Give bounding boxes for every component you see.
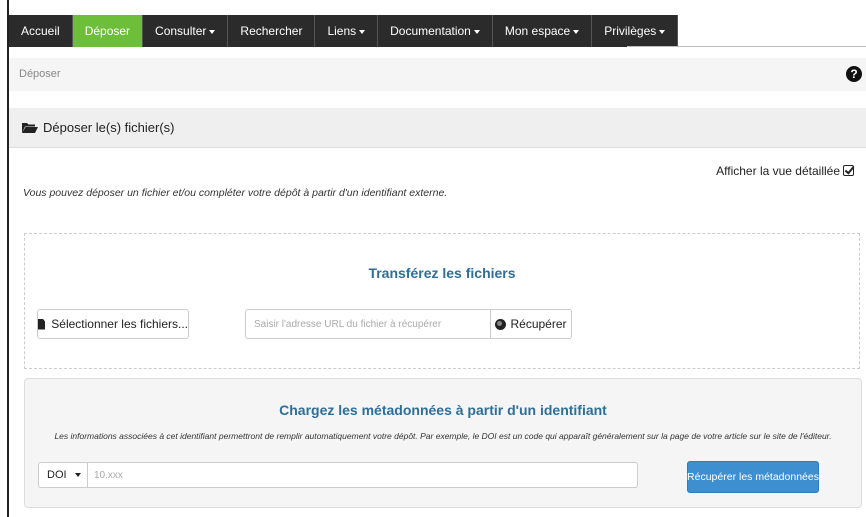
breadcrumb: Déposer <box>19 68 61 80</box>
nav-label: Déposer <box>84 24 131 38</box>
nav-label: Privilèges <box>604 24 657 38</box>
breadcrumb-bar: Déposer ? <box>9 58 866 91</box>
nav-divider <box>627 46 866 47</box>
question-circle-icon[interactable]: ? <box>846 66 862 82</box>
identifier-type-value: DOI <box>47 469 67 481</box>
file-icon <box>38 318 46 330</box>
caret-down-icon <box>74 473 81 477</box>
detailed-view-label: Afficher la vue détaillée <box>716 164 840 178</box>
caret-down-icon <box>473 29 480 34</box>
nav-rechercher[interactable]: Rechercher <box>228 15 316 47</box>
nav-label: Mon espace <box>504 24 571 38</box>
nav-label: Liens <box>327 24 357 38</box>
folder-open-icon <box>22 123 38 133</box>
select-files-button[interactable]: Sélectionner les fichiers... <box>37 309 189 339</box>
main-nav: Accueil Déposer Consulter Rechercher Lie… <box>9 15 679 47</box>
select-files-label: Sélectionner les fichiers... <box>51 317 188 331</box>
nav-mon-espace[interactable]: Mon espace <box>492 15 593 47</box>
nav-liens[interactable]: Liens <box>315 15 379 47</box>
nav-label: Documentation <box>390 24 471 38</box>
metadata-panel: Chargez les métadonnées à partir d'un id… <box>24 378 862 508</box>
nav-accueil[interactable]: Accueil <box>9 15 73 47</box>
file-url-input[interactable] <box>245 309 490 339</box>
fetch-url-label: Récupérer <box>510 317 567 331</box>
intro-text: Vous pouvez déposer un fichier et/ou com… <box>23 187 448 199</box>
metadata-title: Chargez les métadonnées à partir d'un id… <box>279 402 607 418</box>
detailed-view-toggle[interactable]: Afficher la vue détaillée <box>716 164 854 178</box>
metadata-description: Les informations associées à cet identif… <box>54 431 832 441</box>
upload-title: Transférez les fichiers <box>368 265 516 281</box>
identifier-input[interactable] <box>88 462 638 488</box>
identifier-type-select[interactable]: DOI <box>38 462 88 488</box>
caret-down-icon <box>359 29 366 34</box>
panel-title: Déposer le(s) fichier(s) <box>43 120 175 135</box>
caret-down-icon <box>659 29 666 34</box>
nav-deposer[interactable]: Déposer <box>72 15 144 47</box>
nav-documentation[interactable]: Documentation <box>378 15 493 47</box>
upload-dropzone[interactable]: Transférez les fichiers Sélectionner les… <box>24 233 860 369</box>
caret-down-icon <box>573 29 580 34</box>
nav-label: Accueil <box>21 24 60 38</box>
check-square-icon <box>843 165 854 176</box>
fetch-metadata-button[interactable]: Récupérer les métadonnées <box>687 461 819 493</box>
fetch-url-button[interactable]: Récupérer <box>490 309 572 339</box>
nav-consulter[interactable]: Consulter <box>143 15 229 47</box>
globe-icon <box>495 318 507 330</box>
nav-label: Rechercher <box>240 24 303 38</box>
fetch-metadata-label: Récupérer les métadonnées <box>687 471 819 483</box>
nav-label: Consulter <box>155 24 207 38</box>
panel-header: Déposer le(s) fichier(s) <box>9 108 866 148</box>
caret-down-icon <box>209 29 216 34</box>
nav-privileges[interactable]: Privilèges <box>592 15 679 47</box>
